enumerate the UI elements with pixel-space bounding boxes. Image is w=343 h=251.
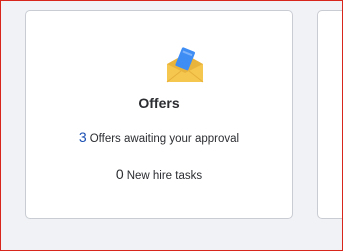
new-hire-tasks-count: 0	[115, 166, 124, 182]
next-card	[317, 10, 342, 219]
offers-card: Offers 3 Offers awaiting your approval 0N…	[25, 10, 293, 219]
new-hire-tasks-row: 0 New hire tasks	[26, 166, 292, 182]
offers-awaiting-row: 3 Offers awaiting your approval	[26, 129, 292, 145]
offers-count-link[interactable]: 3	[79, 129, 87, 145]
envelope-icon	[165, 46, 205, 86]
offers-awaiting-label: Offers awaiting your approval	[89, 133, 240, 145]
card-title: Offers	[138, 95, 180, 111]
new-hire-tasks-label: New hire tasks	[126, 170, 203, 182]
dashboard-panel: Offers 3 Offers awaiting your approval 0N…	[0, 0, 343, 251]
